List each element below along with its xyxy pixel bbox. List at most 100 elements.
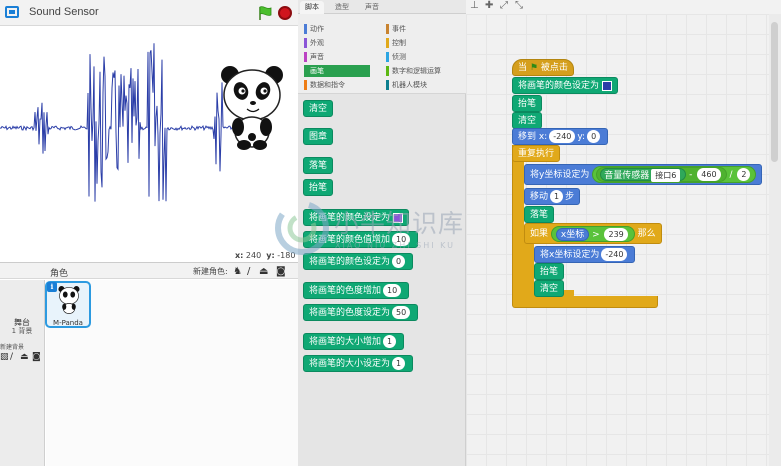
port-dropdown[interactable]: 接口6 [651,169,681,182]
pen-up-block[interactable]: 抬笔 [512,95,543,112]
backdrop-count: 1 背景 [11,327,33,335]
set-pen-color-block[interactable]: 将画笔的颜色设定为 [512,77,619,94]
green-flag-icon[interactable] [257,5,273,21]
stage-header: Sound Sensor [0,0,298,26]
cursor-toolbar: ⊥ ✚ ⤢ ⤡ [466,0,781,14]
color-swatch[interactable] [602,80,613,91]
block-pen-down[interactable]: 落笔 [303,157,334,174]
panda-sprite [221,66,283,150]
backdrop-library-icon[interactable]: ▧ [0,352,9,363]
sensor-label: 音量传感器 [604,171,650,181]
category-control[interactable]: 控制 [386,37,406,49]
block-label: 那么 [637,229,656,239]
category-operators[interactable]: 数字和逻辑运算 [386,65,441,77]
sprite-thumbnail[interactable]: i M-Panda [45,281,91,328]
block-label: 步 [565,192,575,202]
if-block-frame [524,240,534,296]
project-title: Sound Sensor [29,6,99,18]
when-flag-clicked-block[interactable]: 当 ⚑ 被点击 [512,59,574,76]
upload-sprite-icon[interactable]: ⏏ [259,266,268,277]
x-position-reporter[interactable]: x坐标 [555,227,590,241]
paint-new-sprite-icon[interactable]: / [247,266,250,277]
set-y-block[interactable]: 将y坐标设定为 音量传感器 接口6 - 460 / 2 [524,164,763,185]
sprite-pane-header: 角色 新建角色: ♞ / ⏏ ◙ [0,262,298,279]
subtract-operator[interactable]: 音量传感器 接口6 - 460 [596,167,727,182]
divide-operator[interactable]: 音量传感器 接口6 - 460 / 2 [592,166,757,183]
upload-backdrop-icon[interactable]: ⏏ [20,352,29,363]
clear-block-2[interactable]: 清空 [534,280,565,297]
sprites-label: 角色 [50,269,69,279]
green-flag-icon: ⚑ [529,63,538,73]
paint-backdrop-icon[interactable]: / [10,352,13,363]
number-input[interactable]: 239 [604,227,628,241]
tab-scripts[interactable]: 脚本 [300,1,324,14]
block-label: 移到 x: [518,132,548,142]
backdrop-camera-icon[interactable]: ◙ [32,352,41,363]
block-pen-up[interactable]: 抬笔 [303,179,334,196]
number-input[interactable]: 1 [392,357,406,370]
waveform-trace [0,43,241,202]
editor-tabs: 脚本 造型 声音 [298,0,466,14]
tab-sounds[interactable]: 声音 [360,1,384,14]
if-then-block[interactable]: 如果 x坐标 > 239 那么 [524,223,662,244]
block-set-pen-shade[interactable]: 将画笔的色度设定为 50 [303,304,419,321]
x-input[interactable]: -240 [549,130,576,143]
block-label: 将x坐标设定为 [540,250,600,260]
grow-icon[interactable]: ⤢ [500,0,508,11]
greater-than-operator[interactable]: x坐标 > 239 [550,225,635,242]
category-pen[interactable]: 画笔 [304,65,370,77]
number-input[interactable]: 1 [550,190,564,203]
coord-x-value: 240 [245,251,262,260]
number-input[interactable]: 10 [383,284,402,297]
block-set-pen-size[interactable]: 将画笔的大小设定为 1 [303,355,414,372]
stage-thumbnail-pane[interactable]: 舞台 1 背景 新建背景 ▧ / ⏏ ◙ [0,280,45,466]
block-label: 将画笔的色度增加 [309,286,382,296]
block-change-pen-shade[interactable]: 将画笔的色度增加 10 [303,282,410,299]
block-label: 如果 [530,229,549,239]
watermark-text: 小牛知识库 [334,209,465,238]
watermark-subtext: XIAO NIU ZHI SHI KU [335,241,456,250]
choose-sprite-from-library-icon[interactable]: ♞ [233,266,242,277]
category-motion[interactable]: 动作 [304,23,324,35]
category-data[interactable]: 数据和指令 [304,79,345,91]
tab-costumes[interactable]: 造型 [330,1,354,14]
stage-canvas[interactable] [0,27,298,249]
go-to-xy-block[interactable]: 移到 x: -240 y: 0 [512,128,609,145]
shrink-icon[interactable]: ⤡ [515,0,523,11]
block-stamp[interactable]: 图章 [303,128,334,145]
move-steps-block[interactable]: 移动 1 步 [524,188,581,205]
category-selector: 动作 外观 声音 画笔 数据和指令 事件 控制 侦测 数字和逻辑运算 机器人模块 [298,14,466,94]
set-x-block[interactable]: 将x坐标设定为 -240 [534,246,636,263]
number-input[interactable]: 1 [383,335,397,348]
pen-up-block-2[interactable]: 抬笔 [534,263,565,280]
forever-block[interactable]: 重复执行 [512,145,561,162]
number-input[interactable]: 50 [392,306,411,319]
category-sensing[interactable]: 侦测 [386,51,406,63]
block-label: 当 [518,63,528,73]
number-input[interactable]: 460 [697,168,721,181]
category-events[interactable]: 事件 [386,23,406,35]
scrollbar-thumb[interactable] [771,22,778,162]
block-change-pen-size[interactable]: 将画笔的大小增加 1 [303,333,405,350]
delete-icon[interactable]: ✚ [485,0,493,11]
stop-button[interactable] [278,6,292,20]
category-looks[interactable]: 外观 [304,37,324,49]
duplicate-icon[interactable]: ⊥ [470,0,479,11]
pen-down-block[interactable]: 落笔 [524,206,555,223]
block-clear[interactable]: 清空 [303,100,334,117]
stage-mode-icon[interactable] [5,6,19,18]
block-label: 移动 [530,192,549,202]
block-label: 将画笔的颜色设定为 [518,81,600,91]
volume-sensor-reporter[interactable]: 音量传感器 接口6 [600,168,687,182]
block-label: 将画笔的色度设定为 [309,308,391,318]
block-label: 将y坐标设定为 [530,170,590,180]
script-area-scrollbar[interactable] [769,14,781,466]
block-label: 将画笔的大小设定为 [309,359,391,369]
sprite-name: M-Panda [53,319,83,327]
number-input[interactable]: -240 [601,248,628,261]
category-sound[interactable]: 声音 [304,51,324,63]
number-input[interactable]: 2 [737,168,751,181]
y-input[interactable]: 0 [587,130,601,143]
category-robot[interactable]: 机器人模块 [386,79,427,91]
clear-block[interactable]: 清空 [512,112,543,129]
